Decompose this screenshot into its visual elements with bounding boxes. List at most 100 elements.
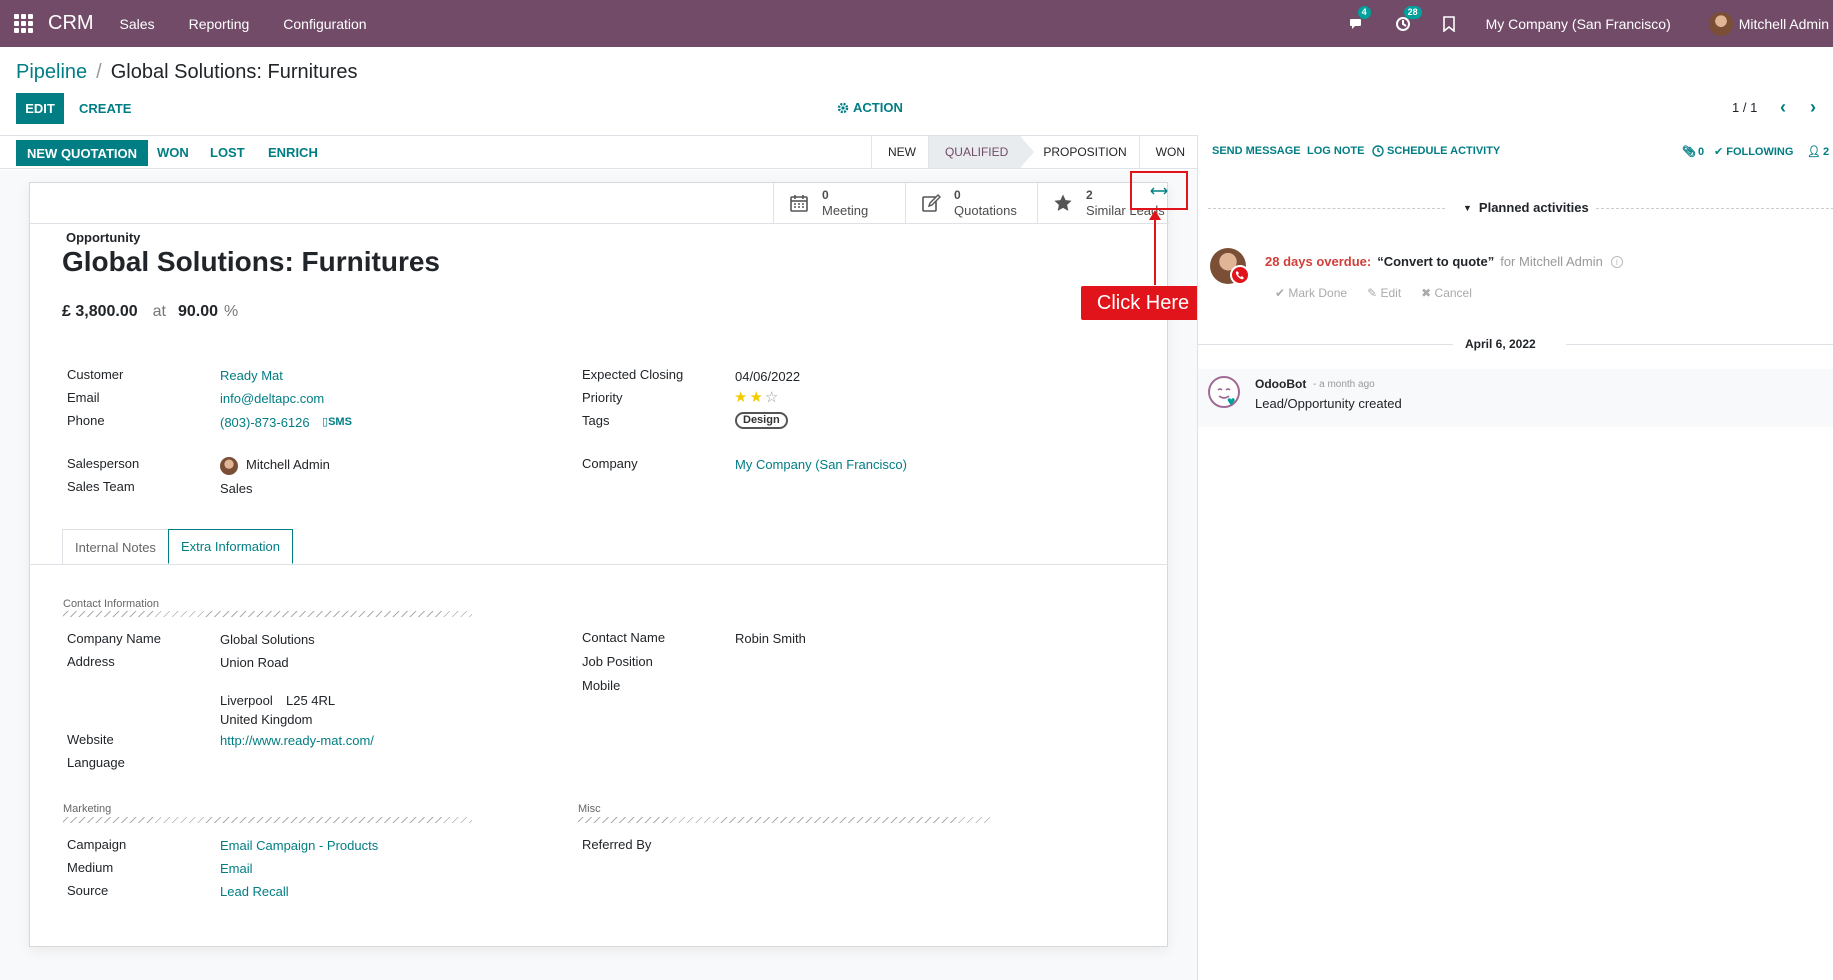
log-note-button[interactable]: LOG NOTE xyxy=(1307,145,1364,157)
quotations-count: 0 xyxy=(954,188,961,202)
action-label: ACTION xyxy=(853,100,903,115)
meeting-smart-button[interactable]: 0 Meeting xyxy=(773,183,905,223)
cancel-activity-button[interactable]: ✖ Cancel xyxy=(1421,286,1472,300)
address-label: Address xyxy=(67,654,115,669)
record-title: Global Solutions: Furnitures xyxy=(62,246,440,277)
mark-lost-button[interactable]: LOST xyxy=(210,145,245,160)
attachments-count: 0 xyxy=(1697,145,1705,158)
following-button[interactable]: ✔ FOLLOWING xyxy=(1714,145,1793,159)
action-menu[interactable]: ACTION xyxy=(837,100,903,115)
date-divider-left xyxy=(1198,344,1453,345)
tag-badge[interactable]: Design xyxy=(735,412,788,429)
info-icon[interactable]: i xyxy=(1610,255,1623,268)
menu-reporting[interactable]: Reporting xyxy=(189,16,250,32)
referred-by-label: Referred By xyxy=(582,837,652,852)
sales-team-value[interactable]: Sales xyxy=(220,481,253,496)
email-link[interactable]: info@deltapc.com xyxy=(220,391,324,406)
city-value[interactable]: Liverpool xyxy=(220,693,273,708)
phone-link[interactable]: (803)-873-6126 xyxy=(220,415,310,430)
tab-internal-notes[interactable]: Internal Notes xyxy=(62,529,169,564)
enrich-button[interactable]: ENRICH xyxy=(268,145,318,160)
priority-star-icon[interactable]: ★ xyxy=(734,390,747,405)
schedule-activity-button[interactable]: SCHEDULE ACTIVITY xyxy=(1372,145,1500,157)
menu-sales[interactable]: Sales xyxy=(120,16,155,32)
revenue-amount: £ 3,800.00 xyxy=(62,303,138,320)
followers-button[interactable]: 👤︎ 2 xyxy=(1807,145,1829,159)
expected-revenue: £ 3,800.00 at 90.00 % xyxy=(62,303,238,321)
mark-done-button[interactable]: ✔ Mark Done xyxy=(1275,286,1347,300)
user-menu[interactable]: Mitchell Admin xyxy=(1708,11,1829,36)
date-divider-right xyxy=(1566,344,1833,345)
expected-closing-label: Expected Closing xyxy=(582,367,684,382)
notebook-tabs: Internal Notes Extra Information xyxy=(62,529,293,564)
stage-new[interactable]: NEW xyxy=(870,136,928,168)
expected-closing-value[interactable]: 04/06/2022 xyxy=(735,369,800,384)
menu-configuration[interactable]: Configuration xyxy=(283,16,366,32)
zip-value[interactable]: L25 4RL xyxy=(286,693,335,708)
sms-button[interactable]: ▯SMS xyxy=(322,415,352,428)
date-separator: April 6, 2022 xyxy=(1465,337,1536,351)
attachments-button[interactable]: 📎︎ 0 xyxy=(1682,145,1705,159)
marketing-section-title: Marketing xyxy=(63,803,112,815)
new-quotation-button[interactable]: NEW QUOTATION xyxy=(16,140,149,166)
send-message-button[interactable]: SEND MESSAGE xyxy=(1212,145,1301,157)
create-button[interactable]: CREATE xyxy=(79,101,131,116)
contact-name-value[interactable]: Robin Smith xyxy=(735,631,806,646)
customer-link[interactable]: Ready Mat xyxy=(220,368,283,383)
activities-icon[interactable]: 28 xyxy=(1394,5,1422,33)
caret-down-icon: ▼ xyxy=(1463,202,1472,213)
activities-count-badge: 28 xyxy=(1403,5,1422,19)
pager-next-icon[interactable]: › xyxy=(1810,98,1816,116)
pager-value[interactable]: 1 / 1 xyxy=(1732,100,1757,115)
misc-section-separator xyxy=(578,817,990,823)
app-name[interactable]: CRM xyxy=(48,12,94,35)
record-type-label: Opportunity xyxy=(66,230,141,245)
message-item: ♥ OdooBot - a month ago Lead/Opportunity… xyxy=(1198,369,1833,427)
priority-star-icon[interactable]: ★ xyxy=(749,390,762,405)
bookmark-icon[interactable] xyxy=(1440,15,1458,33)
source-link[interactable]: Lead Recall xyxy=(220,884,289,899)
click-here-callout: Click Here xyxy=(1081,286,1205,320)
check-icon: ✔ xyxy=(1714,146,1724,158)
medium-link[interactable]: Email xyxy=(220,861,253,876)
stage-qualified[interactable]: QUALIFIED xyxy=(927,136,1035,168)
apps-menu-icon[interactable] xyxy=(12,13,34,35)
expand-horizontal-icon xyxy=(1150,187,1168,194)
stage-won[interactable]: WON xyxy=(1138,136,1197,168)
salesperson-value[interactable]: Mitchell Admin xyxy=(246,457,330,472)
calendar-icon xyxy=(788,193,810,213)
planned-activities-toggle[interactable]: ▼ Planned activities xyxy=(1463,200,1589,215)
company-name-value[interactable]: Global Solutions xyxy=(220,632,315,647)
schedule-activity-label: SCHEDULE ACTIVITY xyxy=(1387,145,1501,157)
messages-icon[interactable]: 4 xyxy=(1348,5,1371,33)
quotations-smart-button[interactable]: 0 Quotations xyxy=(905,183,1037,223)
mark-won-button[interactable]: WON xyxy=(157,145,189,160)
sales-team-label: Sales Team xyxy=(67,479,135,494)
message-author: OdooBot xyxy=(1255,377,1307,391)
edit-activity-button[interactable]: ✎ Edit xyxy=(1367,286,1401,300)
company-switcher[interactable]: My Company (San Francisco) xyxy=(1486,16,1671,32)
paperclip-icon: 📎︎ xyxy=(1682,146,1696,158)
website-link[interactable]: http://www.ready-mat.com/ xyxy=(220,733,374,748)
tab-extra-information[interactable]: Extra Information xyxy=(167,529,293,564)
activity-assignee: for Mitchell Admin xyxy=(1500,254,1603,269)
user-name: Mitchell Admin xyxy=(1738,15,1829,32)
campaign-link[interactable]: Email Campaign - Products xyxy=(220,838,378,853)
company-link[interactable]: My Company (San Francisco) xyxy=(735,457,907,472)
email-label: Email xyxy=(67,390,100,405)
edit-button[interactable]: EDIT xyxy=(16,93,64,124)
breadcrumb: Pipeline / Global Solutions: Furnitures xyxy=(16,61,358,84)
status-bar: NEW QUOTATION WON LOST ENRICH NEW QUALIF… xyxy=(0,135,1197,169)
expand-form-button[interactable] xyxy=(1130,171,1188,210)
priority-star-icon[interactable]: ☆ xyxy=(765,390,778,405)
stage-proposition[interactable]: PROPOSITION xyxy=(1020,136,1138,168)
salesperson-avatar xyxy=(220,457,238,475)
heart-icon: ♥ xyxy=(1227,393,1236,409)
tab-divider xyxy=(29,564,1168,565)
breadcrumb-pipeline[interactable]: Pipeline xyxy=(16,61,87,84)
job-position-label: Job Position xyxy=(582,654,653,669)
country-value[interactable]: United Kingdom xyxy=(220,712,313,727)
planned-divider-left xyxy=(1208,208,1445,209)
street-value[interactable]: Union Road xyxy=(220,655,289,670)
pager-previous-icon[interactable]: ‹ xyxy=(1780,98,1786,116)
